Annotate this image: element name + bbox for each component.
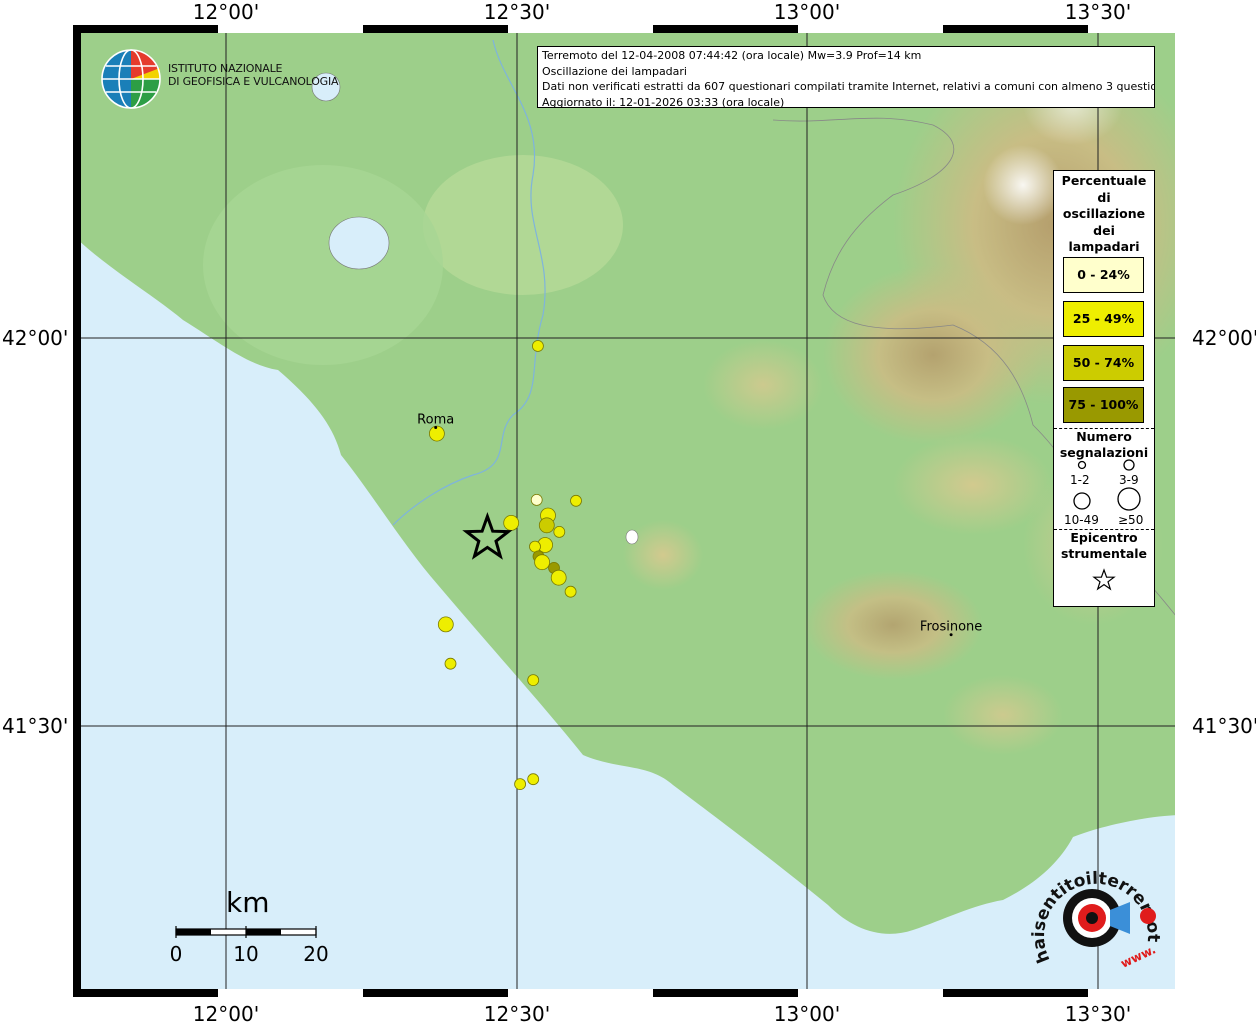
intensity-point[interactable]	[444, 657, 457, 670]
scale-tick-20: 20	[303, 942, 329, 966]
intensity-point[interactable]	[437, 616, 454, 633]
intensity-point[interactable]	[527, 674, 540, 686]
legend-count-title-line: Numero	[1076, 429, 1132, 444]
info-line-source: Dati non verificati estratti da 607 ques…	[542, 80, 1155, 93]
lat-label-left: 42°00'	[2, 326, 69, 350]
legend: Percentuale di oscillazione dei lampadar…	[1053, 170, 1155, 607]
lon-label-top: 12°30'	[483, 0, 551, 24]
intensity-point[interactable]	[503, 514, 520, 531]
ingv-logo-icon	[101, 49, 161, 109]
lon-label-bot: 13°30'	[1064, 1002, 1132, 1026]
legend-count-1-2: 1-2	[1070, 473, 1090, 487]
intensity-point[interactable]	[514, 778, 527, 790]
place-dot	[949, 633, 953, 637]
legend-epicenter-title: Epicentro strumentale	[1054, 530, 1154, 562]
intensity-point[interactable]	[553, 525, 566, 538]
legend-count-50-plus: ≥50	[1118, 513, 1144, 527]
map-svg[interactable]: Roma Frosinone	[73, 25, 1183, 997]
legend-swatch-75-100: 75 - 100%	[1063, 387, 1144, 423]
intensity-point[interactable]	[530, 493, 543, 506]
scale-tick-0: 0	[169, 942, 183, 966]
scale-unit: km	[226, 886, 270, 919]
info-line-parameter: Oscillazione dei lampadari	[542, 64, 687, 78]
legend-title: Percentuale di oscillazione dei lampadar…	[1054, 173, 1154, 256]
intensity-point[interactable]	[534, 554, 551, 571]
info-line-event: Terremoto del 12-04-2008 07:44:42 (ora l…	[542, 49, 922, 62]
intensity-point[interactable]	[570, 494, 582, 507]
scale-bar	[175, 926, 317, 938]
lon-label-top: 13°00'	[773, 0, 841, 24]
lon-label-bot: 12°30'	[483, 1002, 551, 1026]
place-label: Frosinone	[920, 620, 982, 635]
lon-label-bot: 12°00'	[192, 1002, 260, 1026]
legend-swatch-50-74: 50 - 74%	[1063, 345, 1144, 381]
legend-title-line: Percentuale	[1061, 173, 1147, 188]
ingv-line2: DI GEOFISICA E VULCANOLOGIA	[168, 75, 339, 88]
lat-label-left: 41°30'	[2, 714, 69, 738]
legend-title-line: oscillazione	[1062, 206, 1146, 221]
lat-label-right: 41°30'	[1192, 714, 1256, 738]
lat-label-right: 42°00'	[1192, 326, 1256, 350]
ingv-name: ISTITUTO NAZIONALE DI GEOFISICA E VULCAN…	[168, 62, 339, 88]
intensity-point[interactable]	[529, 540, 541, 553]
legend-count-3-9: 3-9	[1119, 473, 1139, 487]
place-label: Roma	[417, 413, 454, 428]
lon-label-top: 13°30'	[1064, 0, 1132, 24]
map-canvas[interactable]: Roma Frosinone	[73, 25, 1183, 997]
info-line-updated: Aggiornato il: 12-01-2026 03:33 (ora loc…	[542, 95, 785, 108]
intensity-point[interactable]	[527, 773, 540, 786]
lon-label-bot: 13°00'	[773, 1002, 841, 1026]
haisentito-logo-icon: haisentitoilterremoto.it www.	[1030, 850, 1160, 971]
star-icon	[1092, 568, 1116, 591]
legend-count-10-49: 10-49	[1064, 513, 1099, 527]
intensity-point[interactable]	[564, 585, 577, 598]
lon-label-top: 12°00'	[192, 0, 260, 24]
legend-epicenter-line: Epicentro	[1070, 530, 1138, 545]
legend-swatch-0-24: 0 - 24%	[1063, 257, 1144, 293]
legend-title-line: dei	[1093, 222, 1115, 238]
legend-title-line: di	[1097, 189, 1111, 205]
scale-tick-10: 10	[233, 942, 259, 966]
legend-epicenter-line: strumentale	[1060, 546, 1148, 561]
intensity-point[interactable]	[538, 517, 555, 534]
legend-title-line: lampadari	[1068, 239, 1140, 254]
intensity-point[interactable]	[531, 340, 544, 352]
info-box: Terremoto del 12-04-2008 07:44:42 (ora l…	[537, 46, 1155, 108]
legend-swatch-25-49: 25 - 49%	[1063, 301, 1144, 337]
legend-count-title: Numero segnalazioni	[1054, 429, 1154, 461]
legend-count-circles	[1073, 459, 1141, 511]
ingv-line1: ISTITUTO NAZIONALE	[168, 62, 283, 75]
haisentito-www: www.	[1118, 942, 1158, 970]
place-dot	[434, 426, 438, 429]
intensity-point[interactable]	[550, 569, 567, 586]
